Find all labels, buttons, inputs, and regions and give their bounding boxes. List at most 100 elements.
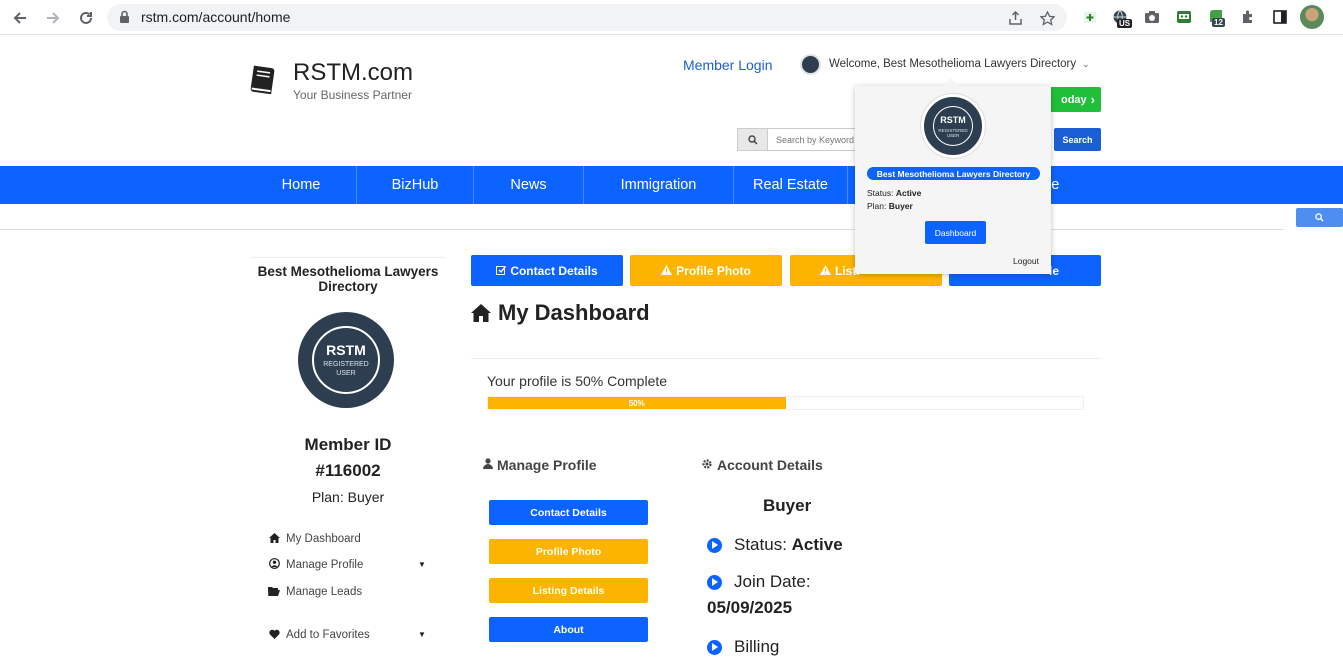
warning-icon xyxy=(661,264,673,278)
tab-counter-icon[interactable]: 12 xyxy=(1206,7,1226,27)
nav-real-estate[interactable]: Real Estate xyxy=(734,166,848,204)
welcome-text: Welcome, Best Mesothelioma Lawyers Direc… xyxy=(829,58,1077,70)
caret-down-icon[interactable]: ▼ xyxy=(418,560,426,569)
account-details-heading: Account Details xyxy=(701,457,823,473)
logo-ring xyxy=(933,106,973,146)
manage-profile-heading: Manage Profile xyxy=(483,457,597,473)
address-bar[interactable]: rstm.com/account/home xyxy=(107,4,1067,31)
logo-text-user: USER xyxy=(336,370,356,377)
nav-news[interactable]: News xyxy=(474,166,584,204)
camera-icon[interactable] xyxy=(1142,7,1162,27)
popup-status-value: Active xyxy=(895,188,922,198)
nav-immigration[interactable]: Immigration xyxy=(584,166,734,204)
manage-listing-details-button[interactable]: Listing Details xyxy=(489,578,648,603)
contact-details-tab-button[interactable]: Contact Details xyxy=(471,255,623,286)
sidebar-item-add-to-favorites[interactable]: Add to Favorites xyxy=(268,627,370,643)
user-icon xyxy=(483,458,493,472)
lock-icon xyxy=(119,10,130,29)
forward-icon[interactable] xyxy=(41,6,65,30)
status-label: Status: xyxy=(734,535,787,554)
extension-plus-icon[interactable] xyxy=(1080,7,1100,27)
sidebar-company-name: Best Mesothelioma Lawyers Directory xyxy=(250,257,446,294)
robot-extension-icon[interactable] xyxy=(1174,7,1194,27)
popup-plan-label: Plan: xyxy=(867,201,887,211)
caret-down-icon[interactable]: ▼ xyxy=(418,630,426,639)
site-logo-title[interactable]: RSTM.com xyxy=(293,59,413,87)
main-navigation: Home BizHub News Immigration Real Estate… xyxy=(0,166,1343,204)
site-search-button[interactable] xyxy=(1296,208,1343,227)
folder-open-icon xyxy=(268,586,280,599)
site-search-field[interactable] xyxy=(0,204,1284,230)
search-icon xyxy=(737,128,768,151)
popup-arrow xyxy=(943,78,959,86)
member-id-label: Member ID xyxy=(304,435,392,454)
logo-text-registered-user: REGISTERED USER xyxy=(938,128,968,138)
profile-photo-tab-button[interactable]: Profile Photo xyxy=(630,255,782,286)
progress-label: 50% xyxy=(628,398,645,408)
sidebar-item-label: Manage Profile xyxy=(286,559,364,571)
popup-user-name: Best Mesothelioma Lawyers Directory xyxy=(867,167,1040,180)
popup-dashboard-button[interactable]: Dashboard xyxy=(925,221,986,244)
join-date-value: 05/09/2025 xyxy=(707,598,793,617)
account-plan-name: Buyer xyxy=(763,496,812,515)
side-panel-icon[interactable] xyxy=(1270,7,1290,27)
manage-about-button[interactable]: About xyxy=(489,617,648,642)
back-icon[interactable] xyxy=(8,6,32,30)
popup-plan: Plan: Buyer xyxy=(867,201,913,211)
profile-avatar[interactable] xyxy=(1300,5,1324,29)
home-icon xyxy=(268,532,280,546)
puzzle-extensions-icon[interactable] xyxy=(1238,7,1258,27)
account-status-row: Status: Active xyxy=(707,535,843,555)
url-text: rstm.com/account/home xyxy=(141,9,291,25)
popup-user-logo: RSTM REGISTERED USER xyxy=(921,94,985,158)
nav-home[interactable]: Home xyxy=(246,166,357,204)
vpn-globe-icon[interactable]: US xyxy=(1110,7,1133,28)
share-icon[interactable] xyxy=(1005,8,1025,28)
site-tagline: Your Business Partner xyxy=(293,88,412,102)
reload-icon[interactable] xyxy=(74,6,98,30)
page-title-text: My Dashboard xyxy=(498,300,650,325)
manage-contact-details-button[interactable]: Contact Details xyxy=(489,500,648,525)
logout-link[interactable]: Logout xyxy=(1013,256,1039,266)
logo-text-registered: REGISTERED xyxy=(323,361,369,368)
divider xyxy=(471,358,1101,359)
manage-profile-photo-button[interactable]: Profile Photo xyxy=(489,539,648,564)
page-title: My Dashboard xyxy=(471,300,650,326)
green-cta-label: oday xyxy=(1060,93,1087,106)
warning-icon xyxy=(820,264,831,278)
profile-progress-bar: 50% xyxy=(487,396,1084,410)
popup-status: Status: Active xyxy=(867,188,921,198)
popup-status-label: Status: xyxy=(867,188,894,198)
button-label: Contact Details xyxy=(510,263,598,278)
magnifier-icon xyxy=(1315,213,1324,222)
user-circle-icon xyxy=(268,558,280,572)
nav-bizhub[interactable]: BizHub xyxy=(357,166,474,204)
member-login-link[interactable]: Member Login xyxy=(683,57,773,73)
logo-ring xyxy=(312,326,380,394)
play-circle-icon xyxy=(707,574,722,590)
chevron-down-icon: ⌄ xyxy=(1082,58,1090,69)
chevron-right-icon: › xyxy=(1090,92,1095,107)
mini-avatar xyxy=(800,53,821,75)
section-title: Manage Profile xyxy=(497,457,597,473)
play-circle-icon xyxy=(707,537,722,553)
popup-plan-value: Buyer xyxy=(888,201,913,211)
search-button[interactable]: Search xyxy=(1054,128,1101,151)
book-logo-icon[interactable] xyxy=(246,63,280,97)
sidebar-item-manage-profile[interactable]: Manage Profile xyxy=(268,557,363,573)
browser-toolbar: rstm.com/account/home US 12 xyxy=(0,0,1343,35)
progress-fill: 50% xyxy=(488,397,786,409)
bookmark-star-icon[interactable] xyxy=(1037,8,1057,28)
welcome-user-menu[interactable]: Welcome, Best Mesothelioma Lawyers Direc… xyxy=(800,53,1090,75)
sidebar-item-dashboard[interactable]: My Dashboard xyxy=(268,531,361,547)
home-icon xyxy=(471,304,491,322)
join-date-label: Join Date: xyxy=(734,572,811,591)
sidebar-item-manage-leads[interactable]: Manage Leads xyxy=(268,584,362,600)
edit-icon xyxy=(496,264,507,278)
logo-text-rstm: RSTM xyxy=(326,342,366,358)
member-id-value: #116002 xyxy=(315,461,381,480)
sidebar-item-label: My Dashboard xyxy=(286,533,361,545)
sidebar-plan: Plan: Buyer xyxy=(311,489,385,505)
logo-text-rstm: RSTM xyxy=(940,115,966,125)
section-title: Account Details xyxy=(717,457,823,473)
